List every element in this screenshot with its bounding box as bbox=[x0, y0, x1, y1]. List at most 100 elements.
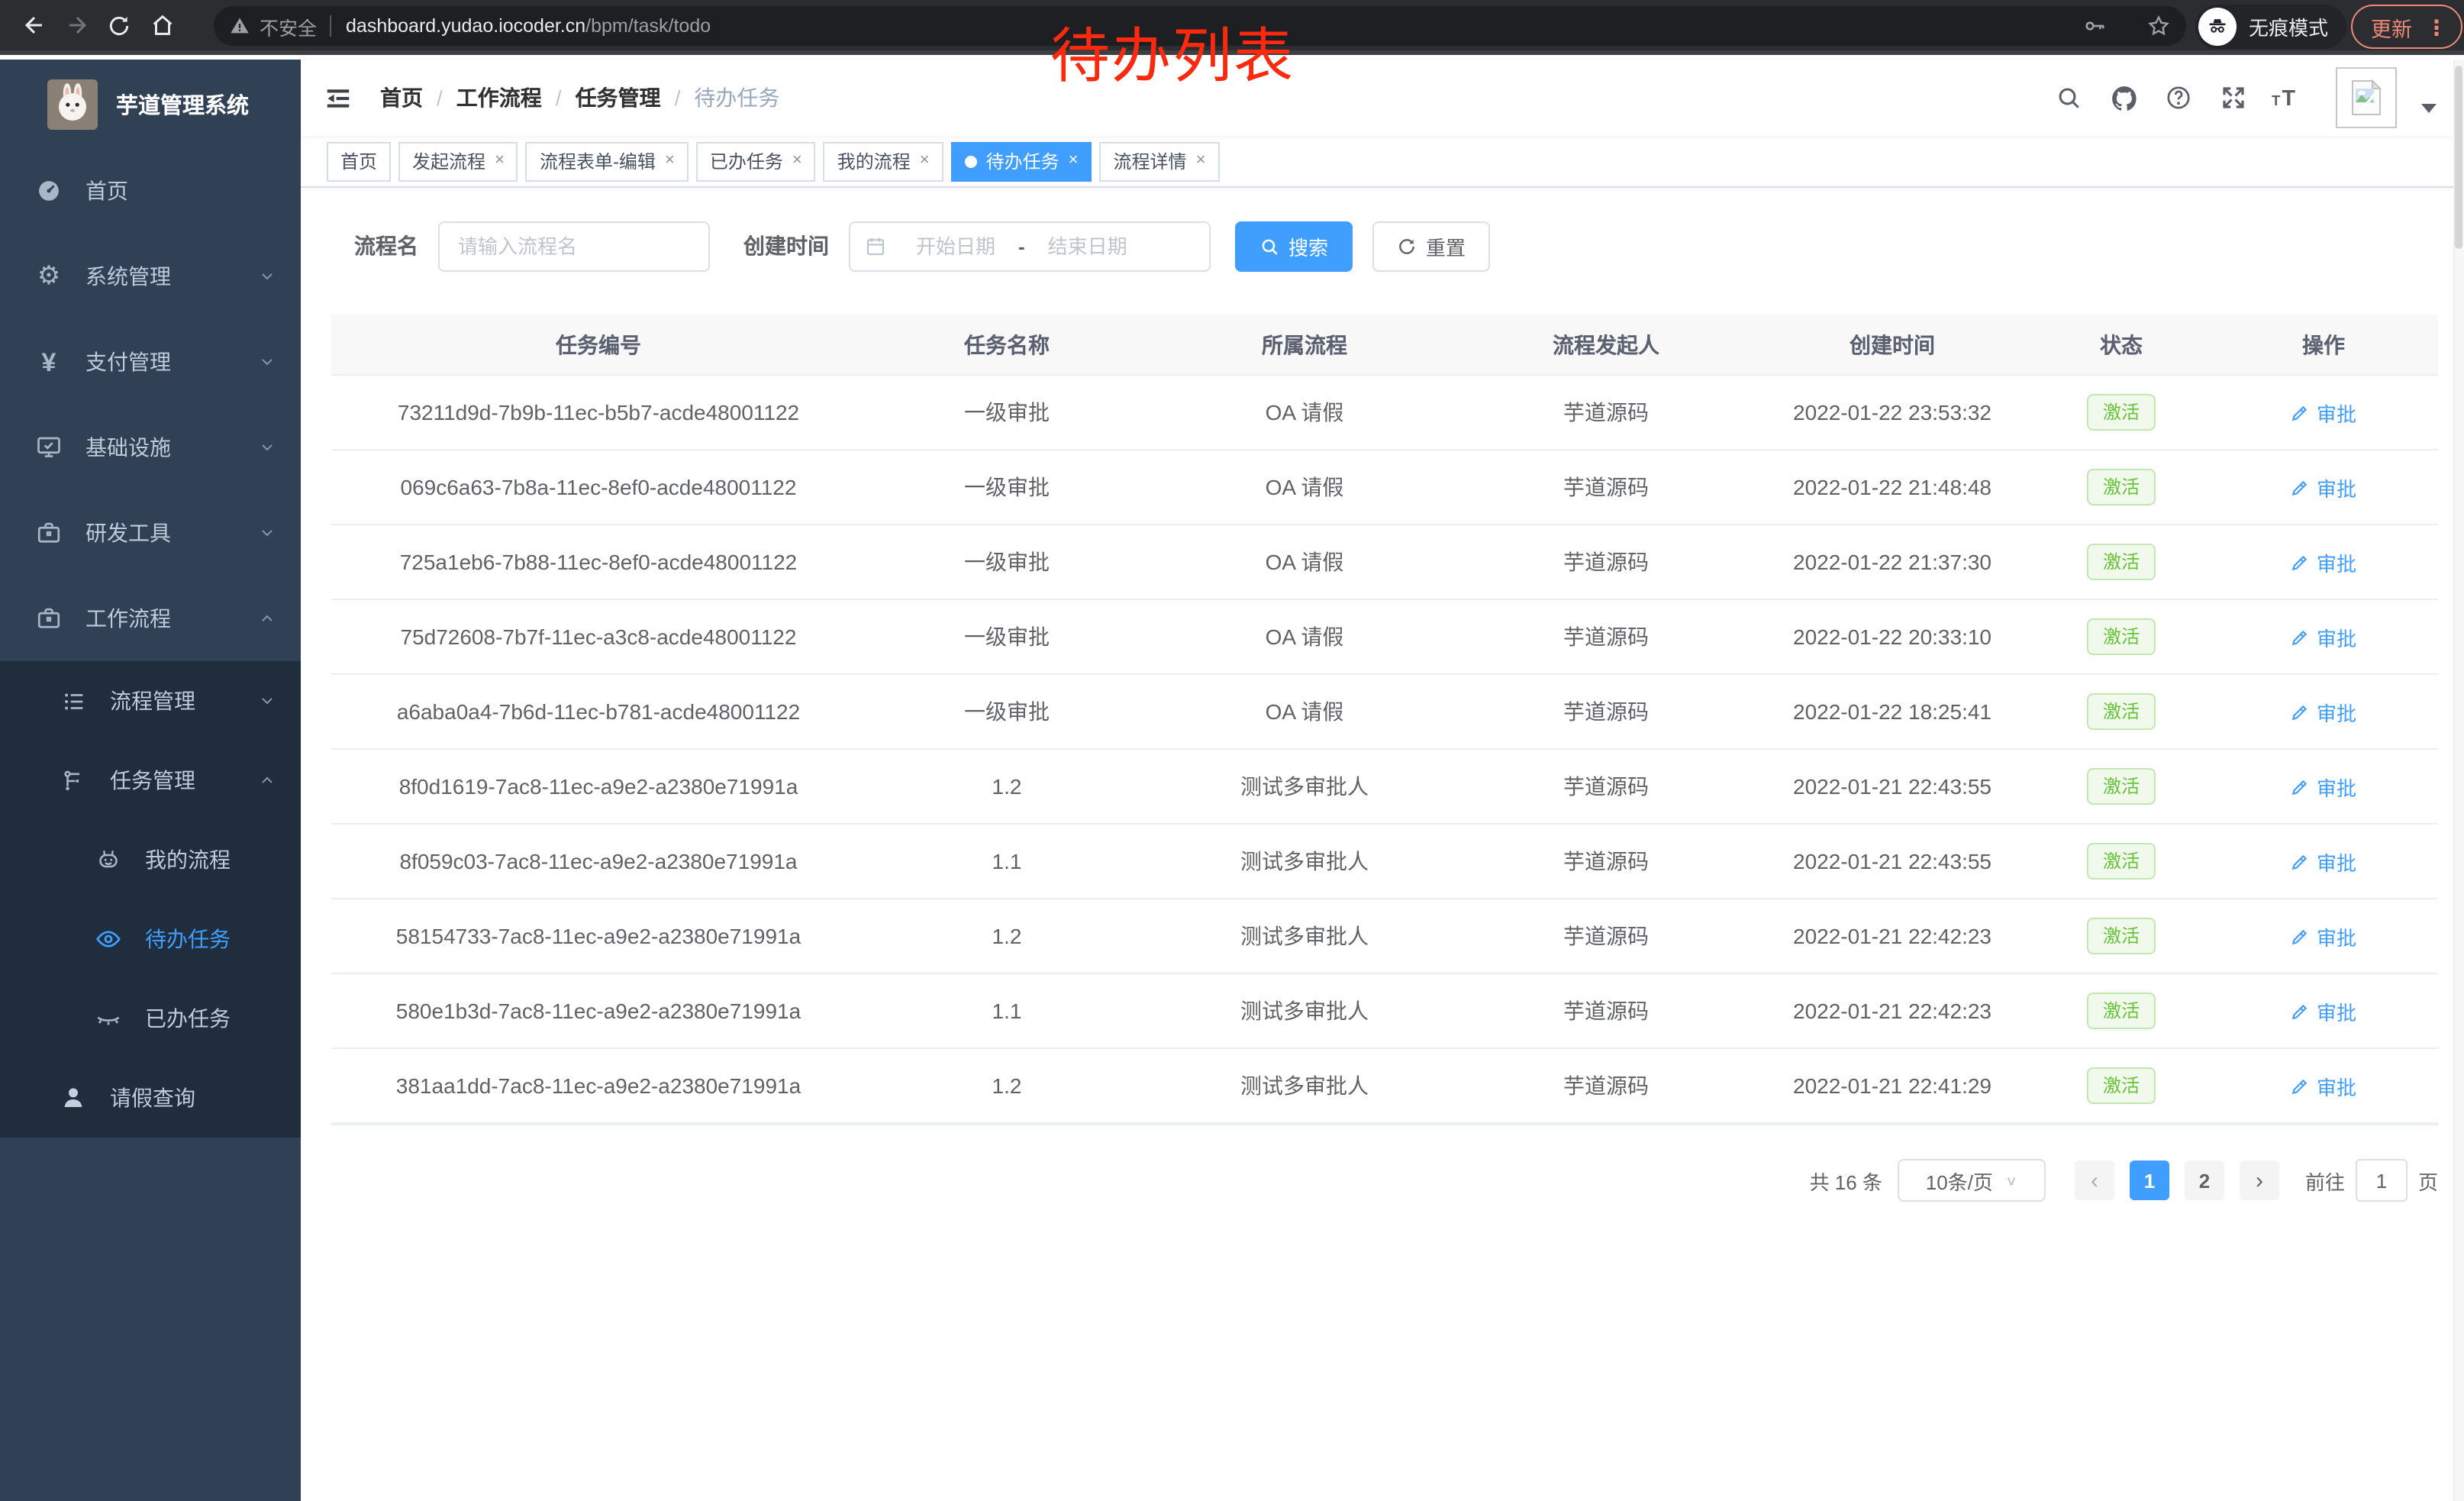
status-badge: 激活 bbox=[2088, 394, 2155, 431]
close-icon[interactable]: × bbox=[1069, 153, 1079, 169]
close-icon[interactable]: × bbox=[665, 153, 675, 169]
address-bar[interactable]: 不安全 dashboard.yudao.iocoder.cn/bpm/task/… bbox=[214, 6, 2186, 46]
date-range-picker[interactable]: - bbox=[849, 221, 1211, 271]
sidebar-item-done-tasks[interactable]: 已办任务 bbox=[0, 979, 301, 1058]
avatar-caret-icon[interactable] bbox=[2421, 104, 2437, 113]
browser-reload-icon[interactable] bbox=[98, 4, 140, 47]
approve-button[interactable]: 审批 bbox=[2291, 847, 2356, 876]
sidebar-item-home[interactable]: 首页 bbox=[0, 148, 301, 234]
close-icon[interactable]: × bbox=[1196, 153, 1206, 169]
task-process: OA 请假 bbox=[1148, 472, 1461, 502]
page-button-1[interactable]: 1 bbox=[2130, 1160, 2169, 1200]
page-size-select[interactable]: 10条/页 ∨ bbox=[1898, 1159, 2046, 1202]
search-icon[interactable] bbox=[2052, 81, 2085, 115]
browser-home-icon[interactable] bbox=[140, 4, 183, 47]
approve-label: 审批 bbox=[2317, 1071, 2356, 1100]
breadcrumb-separator: / bbox=[437, 86, 443, 110]
browser-menu-icon[interactable]: ⋮ bbox=[2426, 16, 2447, 37]
browser-back-icon[interactable] bbox=[12, 4, 55, 47]
browser-toolbar: 不安全 dashboard.yudao.iocoder.cn/bpm/task/… bbox=[0, 0, 2464, 55]
help-icon[interactable] bbox=[2162, 81, 2195, 115]
approve-button[interactable]: 审批 bbox=[2291, 622, 2356, 651]
tab-label: 我的流程 bbox=[837, 148, 911, 174]
sidebar-item-leave-query[interactable]: 请假查询 bbox=[0, 1058, 301, 1138]
goto-page-input[interactable] bbox=[2356, 1159, 2408, 1202]
breadcrumb-home[interactable]: 首页 bbox=[380, 82, 423, 113]
sidebar-item-workflow[interactable]: 工作流程 bbox=[0, 576, 301, 661]
tab-process-detail[interactable]: 流程详情× bbox=[1100, 141, 1220, 181]
search-button[interactable]: 搜索 bbox=[1235, 221, 1353, 271]
prev-page-button[interactable]: ‹ bbox=[2075, 1160, 2114, 1200]
briefcase-icon bbox=[35, 519, 63, 547]
url-host: dashboard.yudao.iocoder.cn bbox=[346, 15, 585, 37]
sidebar-item-label: 工作流程 bbox=[85, 603, 171, 634]
table-header-row: 任务编号 任务名称 所属流程 流程发起人 创建时间 状态 操作 bbox=[331, 315, 2438, 376]
tab-home[interactable]: 首页 bbox=[327, 141, 391, 181]
task-name: 1.1 bbox=[866, 999, 1148, 1023]
approve-button[interactable]: 审批 bbox=[2291, 547, 2356, 576]
sidebar-item-my-process[interactable]: 我的流程 bbox=[0, 820, 301, 899]
sidebar-item-label: 系统管理 bbox=[85, 261, 171, 292]
sidebar-item-label: 请假查询 bbox=[110, 1083, 195, 1113]
approve-button[interactable]: 审批 bbox=[2291, 1071, 2356, 1100]
sidebar-item-devtools[interactable]: 研发工具 bbox=[0, 490, 301, 576]
task-process: 测试多审批人 bbox=[1148, 921, 1461, 951]
bookmark-star-icon[interactable] bbox=[2146, 14, 2171, 38]
approve-button[interactable]: 审批 bbox=[2291, 772, 2356, 801]
tab-todo-tasks[interactable]: 待办任务× bbox=[951, 141, 1092, 181]
approve-button[interactable]: 审批 bbox=[2291, 922, 2356, 951]
end-date-input[interactable] bbox=[1028, 233, 1147, 259]
reset-button[interactable]: 重置 bbox=[1372, 221, 1490, 271]
sidebar-item-task-mgmt[interactable]: 任务管理 bbox=[0, 741, 301, 820]
approve-button[interactable]: 审批 bbox=[2291, 996, 2356, 1025]
process-name-input[interactable] bbox=[438, 221, 710, 271]
scrollbar-thumb[interactable] bbox=[2455, 66, 2462, 249]
browser-update-button[interactable]: 更新 ⋮ bbox=[2351, 5, 2462, 49]
tab-start-process[interactable]: 发起流程× bbox=[398, 141, 518, 181]
password-key-icon[interactable] bbox=[2082, 14, 2107, 38]
close-icon[interactable]: × bbox=[792, 153, 802, 169]
table-row: 75d72608-7b7f-11ec-a3c8-acde48001122 一级审… bbox=[331, 600, 2438, 675]
app-logo-row: 芋道管理系统 bbox=[0, 60, 301, 148]
app-logo bbox=[47, 79, 98, 129]
incognito-label: 无痕模式 bbox=[2249, 12, 2328, 41]
breadcrumb-separator: / bbox=[675, 86, 681, 110]
fullscreen-icon[interactable] bbox=[2217, 81, 2250, 115]
browser-forward-icon[interactable] bbox=[55, 4, 98, 47]
task-starter: 芋道源码 bbox=[1461, 1070, 1751, 1101]
sidebar-item-infra[interactable]: 基础设施 bbox=[0, 405, 301, 490]
tab-done-tasks[interactable]: 已办任务× bbox=[696, 141, 816, 181]
breadcrumb-workflow[interactable]: 工作流程 bbox=[456, 82, 542, 113]
breadcrumb-task-mgmt[interactable]: 任务管理 bbox=[576, 82, 661, 113]
status-badge: 激活 bbox=[2088, 918, 2155, 954]
approve-label: 审批 bbox=[2317, 697, 2356, 726]
scrollbar[interactable] bbox=[2453, 60, 2464, 1501]
chevron-up-icon bbox=[258, 771, 276, 789]
close-icon[interactable]: × bbox=[495, 153, 505, 169]
task-name: 一级审批 bbox=[866, 472, 1148, 502]
task-starter: 芋道源码 bbox=[1461, 921, 1751, 951]
close-icon[interactable]: × bbox=[920, 153, 930, 169]
sidebar-fold-icon[interactable] bbox=[321, 81, 354, 115]
filter-bar: 流程名 创建时间 - 搜索 重置 bbox=[354, 221, 2438, 270]
approve-button[interactable]: 审批 bbox=[2291, 473, 2356, 502]
table-row: 8f0d1619-7ac8-11ec-a9e2-a2380e71991a 1.2… bbox=[331, 750, 2438, 825]
github-icon[interactable] bbox=[2107, 81, 2140, 115]
page-button-2[interactable]: 2 bbox=[2185, 1160, 2224, 1200]
font-size-icon[interactable]: TT bbox=[2272, 81, 2305, 115]
sidebar-item-todo-tasks[interactable]: 待办任务 bbox=[0, 899, 301, 979]
tab-my-process[interactable]: 我的流程 × bbox=[824, 141, 943, 181]
sidebar-item-payment[interactable]: ¥ 支付管理 bbox=[0, 319, 301, 405]
next-page-button[interactable]: › bbox=[2240, 1160, 2279, 1200]
approve-button[interactable]: 审批 bbox=[2291, 398, 2356, 427]
sidebar-item-process-mgmt[interactable]: 流程管理 bbox=[0, 661, 301, 741]
start-date-input[interactable] bbox=[896, 233, 1015, 259]
task-id: 8f0d1619-7ac8-11ec-a9e2-a2380e71991a bbox=[331, 774, 866, 799]
avatar[interactable] bbox=[2336, 67, 2397, 128]
approve-button[interactable]: 审批 bbox=[2291, 697, 2356, 726]
col-process: 所属流程 bbox=[1148, 329, 1461, 360]
tab-form-edit[interactable]: 流程表单-编辑× bbox=[526, 141, 689, 181]
header-actions: TT bbox=[2052, 60, 2437, 136]
goto-label: 前往 bbox=[2305, 1166, 2345, 1195]
sidebar-item-system[interactable]: ⚙ 系统管理 bbox=[0, 234, 301, 319]
